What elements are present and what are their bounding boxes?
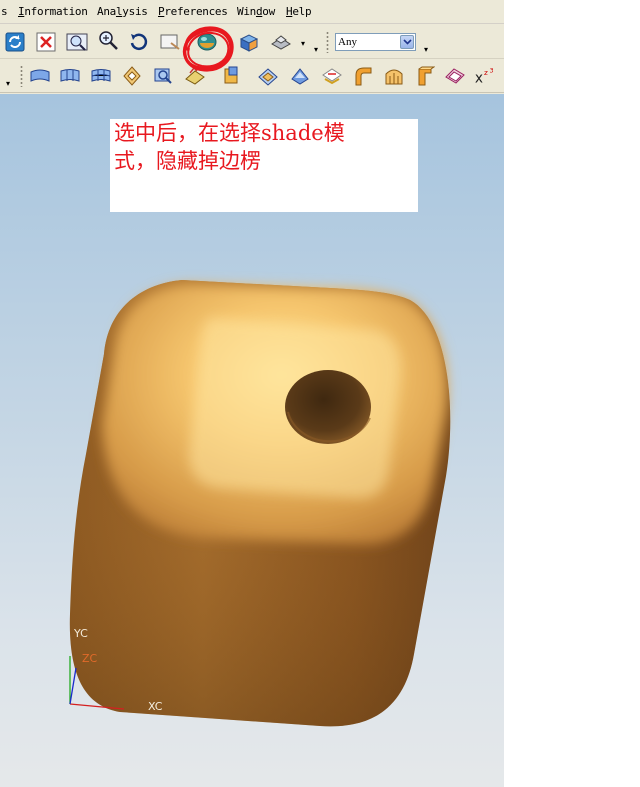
expression-button[interactable]: x z 3 [472, 64, 496, 88]
zoom-icon [99, 31, 118, 50]
face-blend-icon [385, 69, 403, 85]
svg-text:z: z [484, 68, 488, 77]
zoom-window-icon [66, 33, 88, 51]
blend-button[interactable] [351, 64, 375, 88]
trim-icon [291, 68, 309, 85]
trim-button[interactable] [288, 64, 312, 88]
through-curve-mesh-button[interactable] [89, 64, 113, 88]
shaded-style-icon [197, 33, 217, 51]
through-curves-icon [60, 69, 80, 82]
extension-button[interactable] [220, 64, 244, 88]
through-curves-button[interactable] [58, 64, 82, 88]
surface-toolbar: ▾ x z 3 [0, 59, 504, 93]
layer-icon [271, 35, 291, 50]
offset-surface-icon [258, 68, 278, 86]
toolbar2-overflow-icon[interactable]: ▾ [4, 80, 12, 88]
xc-axis-label: XC [148, 700, 163, 713]
ruled-surface-icon [30, 69, 50, 82]
styled-blend-button[interactable] [412, 64, 436, 88]
graphics-window[interactable]: 选中后，在选择shade模 式，隐藏掉边楞 YC ZC XC [0, 94, 504, 787]
zoom-window-button[interactable] [65, 30, 89, 54]
annotation-note: 选中后，在选择shade模 式，隐藏掉边楞 [110, 119, 418, 212]
offset-surface-button[interactable] [256, 64, 280, 88]
rotate-icon [130, 33, 148, 51]
layer-button[interactable] [269, 30, 293, 54]
toolbar1-overflow-icon[interactable]: ▾ [312, 46, 320, 54]
menu-item-analysis[interactable]: Analysis [97, 5, 148, 18]
through-curve-mesh-icon [91, 69, 111, 82]
menu-item-preferences[interactable]: Preferences [158, 5, 228, 18]
menu-item-information[interactable]: Information [18, 5, 88, 18]
filter-overflow-icon[interactable]: ▾ [422, 46, 430, 54]
expression-icon: x z 3 [475, 66, 494, 86]
section-button[interactable] [151, 64, 175, 88]
styled-blend-icon [418, 66, 435, 86]
face-blend-button[interactable] [382, 64, 406, 88]
annotation-text: 选中后，在选择shade模 式，隐藏掉边楞 [114, 121, 345, 173]
shaded-style-button[interactable] [195, 30, 219, 54]
thicken-icon [445, 68, 465, 84]
pan-icon [160, 34, 180, 50]
menu-item-tools[interactable]: s [1, 5, 8, 18]
menu-bar: s Information Analysis Preferences Windo… [0, 0, 504, 24]
blend-icon [355, 67, 372, 86]
swept-icon [123, 66, 141, 86]
perspective-icon [239, 34, 259, 52]
ruled-surface-button[interactable] [28, 64, 52, 88]
bounded-plane-icon [185, 66, 205, 85]
toolbar-grip[interactable] [326, 31, 329, 53]
fit-button[interactable] [34, 30, 58, 54]
fit-icon [36, 32, 56, 52]
sew-icon [322, 68, 342, 85]
svg-text:3: 3 [490, 66, 494, 74]
sew-button[interactable] [320, 64, 344, 88]
bounded-plane-button[interactable] [183, 64, 207, 88]
toolbar-grip[interactable] [20, 65, 23, 87]
extension-icon [224, 66, 238, 84]
view-toolbar: ▾ ▾ Any ▾ [0, 25, 504, 59]
menu-item-window[interactable]: Window [237, 5, 275, 18]
zc-axis-label: ZC [82, 652, 98, 665]
menu-item-help[interactable]: Help [286, 5, 312, 18]
thicken-button[interactable] [443, 64, 467, 88]
zoom-button[interactable] [96, 28, 120, 52]
yc-axis-label: YC [74, 627, 88, 640]
section-icon [154, 68, 172, 84]
svg-text:x: x [475, 70, 483, 86]
chevron-down-icon[interactable] [400, 35, 414, 49]
nx-application-window: s Information Analysis Preferences Windo… [0, 0, 504, 787]
selection-filter-value: Any [338, 36, 357, 48]
layer-dropdown-arrow-icon[interactable]: ▾ [299, 40, 307, 48]
selection-filter-select[interactable]: Any [335, 33, 416, 51]
pan-button[interactable] [158, 30, 182, 54]
swept-button[interactable] [120, 64, 144, 88]
refresh-icon [5, 32, 25, 52]
refresh-button[interactable] [3, 30, 27, 54]
perspective-button[interactable] [237, 30, 261, 54]
rotate-button[interactable] [127, 30, 151, 54]
